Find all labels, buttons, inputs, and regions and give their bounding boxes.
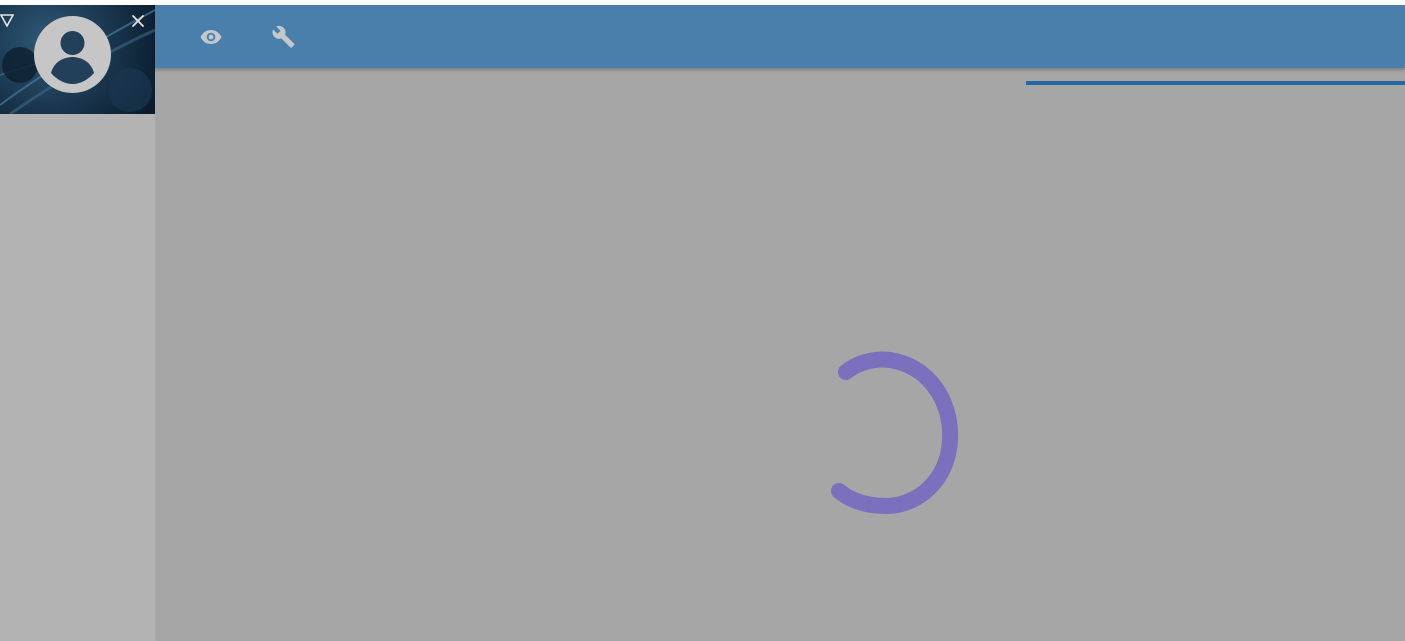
loading-spinner-icon: [831, 351, 959, 515]
wrench-icon: [272, 25, 295, 48]
sidebar-header: [0, 5, 155, 114]
avatar-icon[interactable]: [34, 16, 111, 93]
close-icon[interactable]: [130, 13, 146, 29]
sidebar: [0, 5, 155, 641]
eye-icon: [200, 30, 222, 44]
triangle-down-icon[interactable]: [0, 13, 14, 27]
view-button[interactable]: [197, 23, 225, 51]
tools-button[interactable]: [270, 23, 298, 51]
top-toolbar: [155, 5, 1405, 68]
content-loading-overlay: [155, 68, 1405, 641]
